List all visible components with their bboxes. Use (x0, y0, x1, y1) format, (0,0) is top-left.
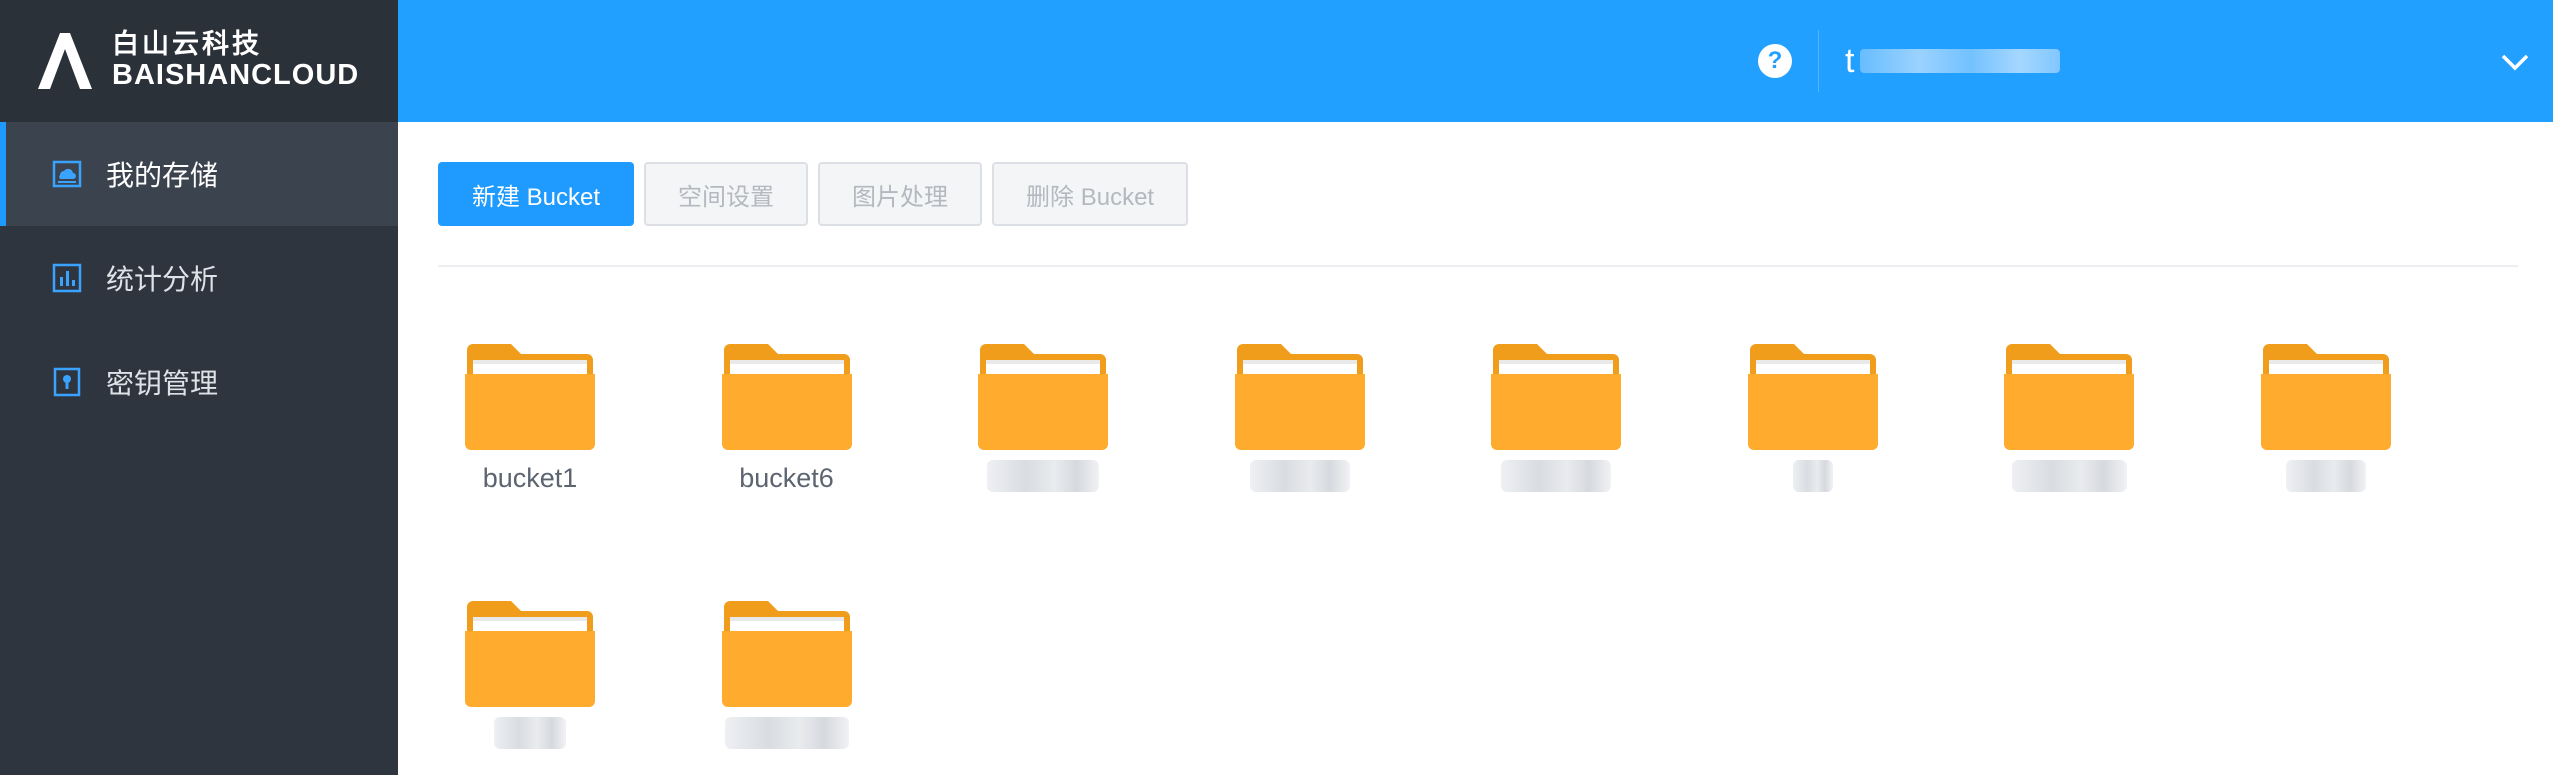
bucket-name-obscured (1743, 460, 1883, 496)
sidebar-item-my-storage[interactable]: 我的存储 (0, 122, 398, 226)
folder-icon (721, 344, 852, 450)
bucket-folder[interactable] (1743, 340, 1883, 496)
bucket-name-obscured (973, 460, 1113, 496)
bucket-name-obscured (717, 717, 857, 753)
bucket-folder[interactable]: bucket6 (717, 340, 857, 496)
username-initial: t (1845, 41, 1855, 80)
key-icon (52, 367, 82, 397)
folder-icon (465, 601, 595, 707)
folder-icon (465, 344, 595, 450)
bucket-folder[interactable] (1486, 340, 1626, 496)
sidebar-item-label: 密钥管理 (106, 368, 219, 399)
header-divider (1818, 30, 1819, 92)
username-obscured (1860, 49, 2061, 73)
folder-icon (2260, 344, 2391, 450)
sidebar-item-statistics[interactable]: 统计分析 (0, 226, 398, 330)
baishancloud-logo-icon (38, 33, 92, 89)
new-bucket-button[interactable]: 新建 Bucket (438, 162, 635, 226)
folder-icon (1491, 344, 1621, 450)
bucket-folder[interactable] (2256, 340, 2396, 496)
bucket-folder[interactable] (717, 597, 857, 753)
sidebar-item-label: 我的存储 (106, 160, 219, 191)
logo[interactable]: 白山云科技 BAISHANCLOUD (0, 0, 398, 122)
bucket-folder[interactable]: bucket1 (460, 340, 600, 496)
bucket-name-obscured (2256, 460, 2396, 496)
bucket-folder[interactable] (460, 597, 600, 753)
bucket-name-obscured (1230, 460, 1370, 496)
logo-text-en: BAISHANCLOUD (112, 58, 360, 91)
bucket-name: bucket6 (739, 463, 834, 493)
toolbar: 新建 Bucket 空间设置 图片处理 删除 Bucket (438, 162, 1189, 226)
bucket-folder[interactable] (1230, 340, 1370, 496)
logo-text-cn: 白山云科技 (112, 29, 262, 60)
space-settings-button[interactable]: 空间设置 (644, 162, 809, 226)
sidebar-item-key-management[interactable]: 密钥管理 (0, 330, 398, 434)
folder-icon (978, 344, 1108, 450)
bucket-name-obscured (460, 717, 600, 753)
bar-chart-icon (52, 263, 82, 293)
help-icon[interactable]: ? (1758, 44, 1792, 78)
folder-icon (1234, 344, 1365, 450)
image-processing-button[interactable]: 图片处理 (818, 162, 983, 226)
sidebar-item-label: 统计分析 (106, 264, 219, 295)
sidebar: 白山云科技 BAISHANCLOUD 我的存储 统计分析 密钥管理 (0, 0, 398, 775)
storage-icon (52, 159, 82, 189)
delete-bucket-button[interactable]: 删除 Bucket (992, 162, 1189, 226)
bucket-name: bucket1 (482, 463, 578, 493)
chevron-down-icon[interactable] (2500, 48, 2530, 76)
folder-icon (1747, 344, 1878, 450)
folder-icon (721, 601, 852, 707)
folder-icon (2004, 344, 2134, 450)
bucket-name-obscured (1486, 460, 1626, 496)
bucket-name-obscured (1999, 460, 2139, 496)
bucket-folder[interactable] (973, 340, 1113, 496)
user-menu[interactable]: t (1845, 38, 2061, 84)
main-content: 新建 Bucket 空间设置 图片处理 删除 Bucket bucket1 buc… (398, 122, 2553, 775)
top-header (398, 0, 2553, 122)
toolbar-divider (438, 265, 2518, 267)
bucket-folder[interactable] (1999, 340, 2139, 496)
